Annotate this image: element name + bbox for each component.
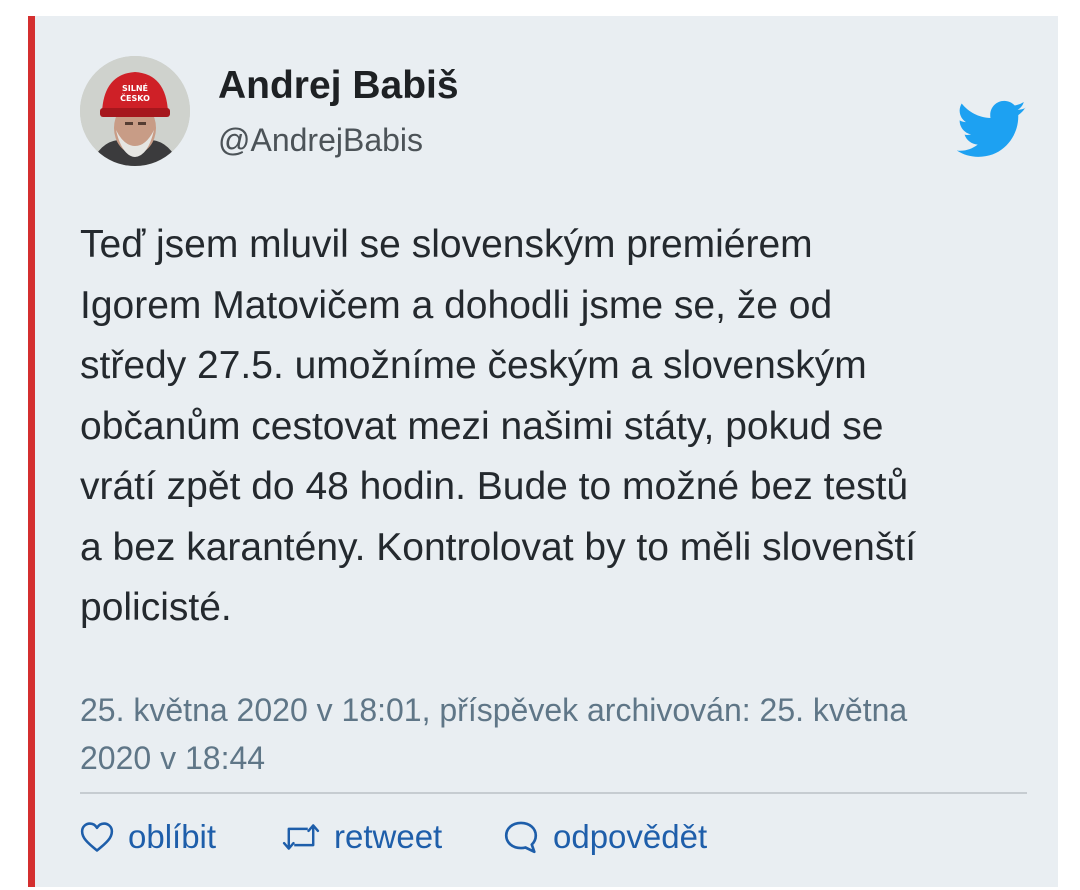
- heart-icon: [80, 822, 114, 852]
- tweet-text-line: středy 27.5. umožníme českým a slovenský…: [80, 344, 867, 387]
- tweet-text-line: Teď jsem mluvil se slovenským premiérem: [80, 223, 813, 266]
- tweet-text-line: Igorem Matovičem a dohodli jsme se, že o…: [80, 283, 833, 327]
- tweet-text-line: a bez karantény. Kontrolovat by to měli …: [80, 525, 917, 569]
- author-handle[interactable]: @AndrejBabis: [218, 122, 423, 159]
- author-name[interactable]: Andrej Babiš: [218, 64, 459, 108]
- svg-text:ČESKO: ČESKO: [120, 92, 150, 103]
- avatar-image: SILNÉ ČESKO: [80, 56, 190, 166]
- timestamp-line: 25. května 2020 v 18:01, příspěvek archi…: [80, 692, 908, 728]
- timestamp-line: 2020 v 18:44: [80, 740, 266, 776]
- reply-label: odpovědět: [553, 818, 708, 855]
- twitter-bird-icon[interactable]: [957, 100, 1027, 160]
- retweet-label: retweet: [334, 818, 443, 855]
- like-label: oblíbit: [128, 818, 217, 855]
- tweet-text-line: vrátí zpět do 48 hodin. Bude to možné be…: [80, 465, 909, 508]
- reply-button[interactable]: odpovědět: [503, 816, 707, 858]
- tweet-card: SILNÉ ČESKO Andrej Babiš @AndrejBabis Te…: [28, 16, 1058, 887]
- divider: [80, 792, 1027, 794]
- tweet-text-line: policisté.: [80, 586, 232, 629]
- tweet-text: Teď jsem mluvil se slovenským premiérem …: [80, 215, 1040, 639]
- tweet-timestamp[interactable]: 25. května 2020 v 18:01, příspěvek archi…: [80, 686, 1040, 782]
- retweet-button[interactable]: retweet: [282, 816, 442, 858]
- tweet-text-line: občanům cestovat mezi našimi státy, poku…: [80, 404, 884, 448]
- reply-bubble-icon: [504, 821, 538, 854]
- avatar[interactable]: SILNÉ ČESKO: [80, 56, 190, 166]
- svg-text:SILNÉ: SILNÉ: [122, 82, 148, 93]
- retweet-icon: [282, 824, 320, 850]
- like-button[interactable]: oblíbit: [80, 816, 216, 858]
